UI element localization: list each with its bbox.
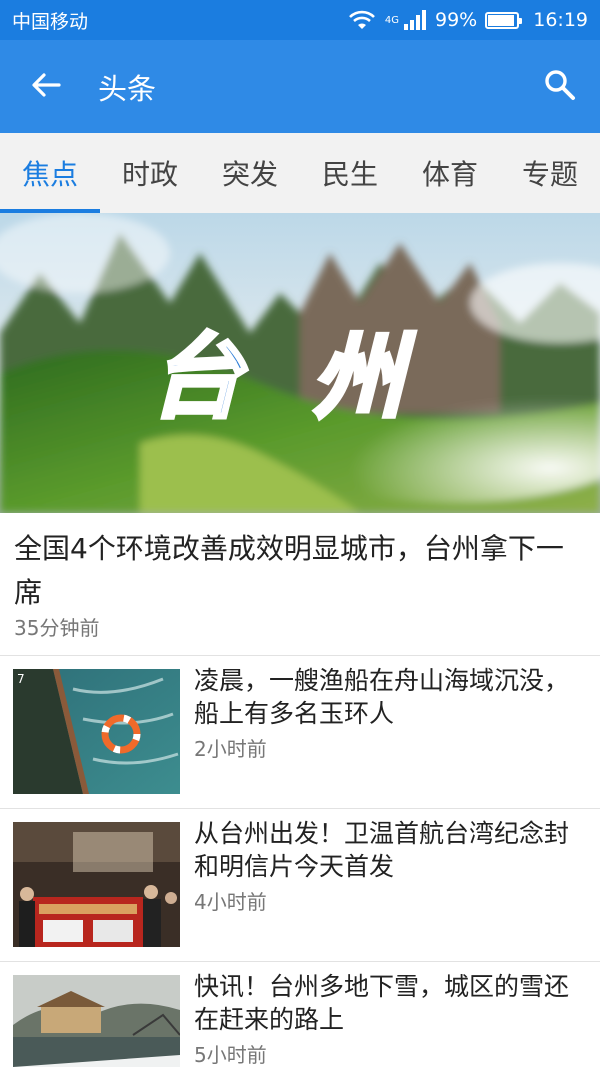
tab-special[interactable]: 专题 xyxy=(500,133,600,213)
status-indicators: 4G 99% 16:19 xyxy=(347,9,588,31)
news-timestamp: 5小时前 xyxy=(194,1043,267,1067)
thumbnail-ceremony xyxy=(13,822,180,947)
thumbnail-snow xyxy=(13,975,180,1067)
battery-percent-label: 99% xyxy=(435,9,478,31)
hero-image[interactable]: 台州 xyxy=(0,213,600,513)
back-button[interactable] xyxy=(16,57,76,117)
svg-text:7: 7 xyxy=(17,672,25,686)
search-button[interactable] xyxy=(530,57,590,117)
page-title: 头条 xyxy=(98,71,157,106)
signal-icon xyxy=(403,9,427,31)
battery-level-fill xyxy=(488,14,514,26)
carrier-label: 中国移动 xyxy=(12,10,89,33)
tab-focus[interactable]: 焦点 xyxy=(0,133,100,213)
list-item[interactable]: 从台州出发！卫温首航台湾纪念封和明信片今天首发 4小时前 xyxy=(0,809,600,949)
hero-timestamp: 35分钟前 xyxy=(14,616,100,640)
tab-politics[interactable]: 时政 xyxy=(100,133,200,213)
wifi-icon xyxy=(347,9,377,31)
hero-image-text: 台州 xyxy=(150,324,474,431)
category-tabs: 焦点 时政 突发 民生 体育 专题 xyxy=(0,133,600,213)
list-item[interactable]: 7 凌晨，一艘渔船在舟山海域沉没，船上有多名玉环人 2小时前 xyxy=(0,656,600,796)
news-title: 快讯！台州多地下雪，城区的雪还在赶来的路上 xyxy=(194,972,570,1034)
clock-label: 16:19 xyxy=(533,9,588,31)
news-title: 凌晨，一艘渔船在舟山海域沉没，船上有多名玉环人 xyxy=(194,666,570,728)
news-timestamp: 2小时前 xyxy=(194,737,267,761)
news-timestamp: 4小时前 xyxy=(194,890,267,914)
status-bar: 中国移动 4G 99% 16:19 xyxy=(0,0,600,40)
battery-icon xyxy=(485,11,523,29)
arrow-left-icon xyxy=(31,72,61,102)
app-bar: 头条 xyxy=(0,40,600,133)
network-type-label: 4G xyxy=(384,15,399,26)
list-item[interactable]: 快讯！台州多地下雪，城区的雪还在赶来的路上 5小时前 xyxy=(0,962,600,1067)
search-icon xyxy=(544,69,576,105)
tab-livelihood[interactable]: 民生 xyxy=(300,133,400,213)
thumbnail-sea-rescue: 7 xyxy=(13,669,180,794)
hero-headline[interactable]: 全国4个环境改善成效明显城市，台州拿下一席 xyxy=(14,527,588,615)
tab-sports[interactable]: 体育 xyxy=(400,133,500,213)
tab-breaking[interactable]: 突发 xyxy=(200,133,300,213)
news-title: 从台州出发！卫温首航台湾纪念封和明信片今天首发 xyxy=(194,819,570,881)
